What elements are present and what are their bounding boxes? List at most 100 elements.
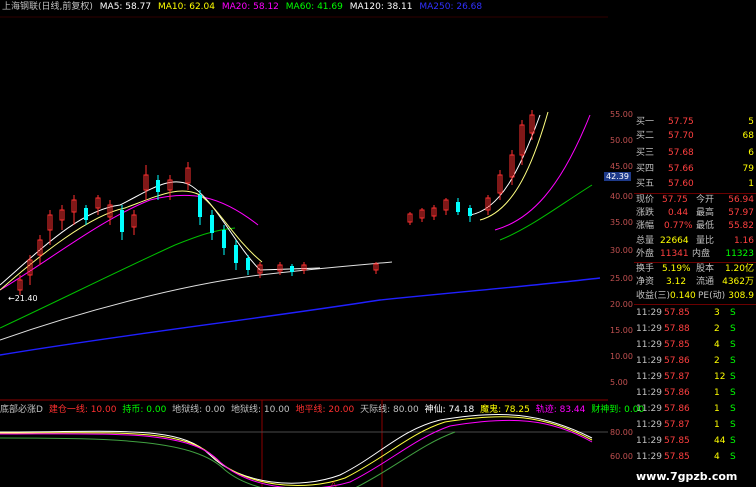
ma20-line xyxy=(0,194,259,291)
indicator-item: 持币: 0.00 xyxy=(122,405,167,415)
order-label: 买三 xyxy=(636,148,655,158)
trade-price: 57.85 xyxy=(664,340,690,350)
ma120-line xyxy=(0,261,393,341)
stat-value: 3.12 xyxy=(666,277,687,287)
stat-label: 换手 xyxy=(636,264,655,274)
indicator-item: 神仙: 74.18 xyxy=(424,405,475,415)
indicator-name: 底部必涨D xyxy=(0,405,43,415)
order-row[interactable]: 买一 57.75 5 xyxy=(634,116,756,129)
ma10-label: MA10: 62.04 xyxy=(157,2,215,12)
ma20-label: MA20: 58.12 xyxy=(221,2,279,12)
order-row[interactable]: 买五 57.60 1 xyxy=(634,178,756,191)
stat-label: 今开 xyxy=(696,195,715,205)
indicator-item: 天际线: 80.00 xyxy=(360,405,419,415)
axis-tick: 45.00 xyxy=(610,162,633,171)
watermark: www.7gpzb.com xyxy=(636,470,738,483)
stat-value: 55.82 xyxy=(728,221,754,231)
trade-volume: 1 xyxy=(714,420,720,430)
order-row[interactable]: 买三 57.68 6 xyxy=(634,147,756,160)
stat-label: 流通 xyxy=(696,277,715,287)
order-label: 买五 xyxy=(636,179,655,189)
ma5-label: MA5: 58.77 xyxy=(99,2,152,12)
trade-volume: 4 xyxy=(714,452,720,462)
stat-label: 量比 xyxy=(696,236,715,246)
trade-row[interactable]: 11:29 57.86 1 S xyxy=(634,387,756,400)
trade-volume: 2 xyxy=(714,324,720,334)
axis-tick: 50.00 xyxy=(610,136,633,145)
divider xyxy=(634,304,756,305)
stat-label: 外盘 xyxy=(636,249,655,259)
stat-label: 涨幅 xyxy=(636,221,655,231)
indicator-axis-tick: 60.00 xyxy=(610,452,633,461)
trade-row[interactable]: 11:29 57.85 44 S xyxy=(634,435,756,448)
trade-row[interactable]: 11:29 57.86 2 S xyxy=(634,355,756,368)
trade-row[interactable]: 11:29 57.87 12 S xyxy=(634,371,756,384)
candles xyxy=(17,110,535,295)
trade-row[interactable]: 11:29 57.86 1 S xyxy=(634,403,756,416)
trade-price: 57.86 xyxy=(664,388,690,398)
trade-price: 57.86 xyxy=(664,356,690,366)
trade-row[interactable]: 11:29 57.87 1 S xyxy=(634,419,756,432)
trade-volume: 12 xyxy=(714,372,726,382)
ma5-line xyxy=(0,181,321,286)
signal-marker: △ xyxy=(330,480,337,487)
order-volume: 1 xyxy=(748,179,754,189)
trade-price: 57.86 xyxy=(664,404,690,414)
order-volume: 79 xyxy=(742,164,754,174)
stat-label: 股本 xyxy=(696,264,715,274)
trade-side: S xyxy=(730,452,736,462)
trade-row[interactable]: 11:29 57.88 2 S xyxy=(634,323,756,336)
stat-row: 净资 3.12 流通 4362万 xyxy=(634,276,756,289)
stat-value: 0.140 xyxy=(670,291,696,301)
axis-tick: 55.00 xyxy=(610,110,633,119)
trade-volume: 4 xyxy=(714,340,720,350)
trade-side: S xyxy=(730,372,736,382)
stat-label: 净资 xyxy=(636,277,655,287)
stat-value: 5.19% xyxy=(662,264,691,274)
ma250-label: MA250: 26.68 xyxy=(419,2,483,12)
trade-row[interactable]: 11:29 57.85 4 S xyxy=(634,451,756,464)
stock-name: 上海钢联(日线,前复权) xyxy=(2,2,93,12)
trade-row[interactable]: 11:29 57.85 3 S xyxy=(634,307,756,320)
trade-volume: 1 xyxy=(714,388,720,398)
indicator-item: 地狱线: 0.00 xyxy=(172,405,226,415)
order-price: 57.60 xyxy=(668,179,694,189)
axis-tick: 40.00 xyxy=(610,192,633,201)
order-volume: 6 xyxy=(748,148,754,158)
stat-value: 57.97 xyxy=(728,208,754,218)
stat-label: 内盘 xyxy=(692,249,711,259)
trade-price: 57.87 xyxy=(664,372,690,382)
trade-time: 11:29 xyxy=(636,452,662,462)
trade-time: 11:29 xyxy=(636,324,662,334)
axis-tick: 35.00 xyxy=(610,218,633,227)
ma20-line-2 xyxy=(494,114,591,231)
stat-row: 外盘 11341 内盘 11323 xyxy=(634,248,756,261)
stat-label: PE(动) xyxy=(698,291,726,301)
trade-price: 57.85 xyxy=(664,436,690,446)
stat-label: 总量 xyxy=(636,236,655,246)
order-volume: 68 xyxy=(742,131,754,141)
order-row[interactable]: 买四 57.66 79 xyxy=(634,163,756,176)
trade-time: 11:29 xyxy=(636,372,662,382)
indicator-item: 建仓一线: 10.00 xyxy=(48,405,117,415)
order-row[interactable]: 买二 57.70 68 xyxy=(634,130,756,143)
trade-time: 11:29 xyxy=(636,436,662,446)
trade-row[interactable]: 11:29 57.85 4 S xyxy=(634,339,756,352)
axis-tick: 10.00 xyxy=(610,352,633,361)
axis-tick: 25.00 xyxy=(610,274,633,283)
order-label: 买一 xyxy=(636,117,655,127)
trade-volume: 3 xyxy=(714,308,720,318)
order-price: 57.75 xyxy=(668,117,694,127)
stat-row: 现价 57.75 今开 56.94 xyxy=(634,194,756,207)
stat-row: 总量 22664 量比 1.16 xyxy=(634,235,756,248)
order-label: 买二 xyxy=(636,131,655,141)
order-label: 买四 xyxy=(636,164,655,174)
stat-value: 0.77% xyxy=(664,221,693,231)
stat-row: 涨幅 0.77% 最低 55.82 xyxy=(634,220,756,233)
trade-volume: 1 xyxy=(714,404,720,414)
trade-side: S xyxy=(730,356,736,366)
trade-side: S xyxy=(730,436,736,446)
stat-row: 涨跌 0.44 最高 57.97 xyxy=(634,207,756,220)
trade-side: S xyxy=(730,388,736,398)
ma250-line xyxy=(0,277,601,356)
